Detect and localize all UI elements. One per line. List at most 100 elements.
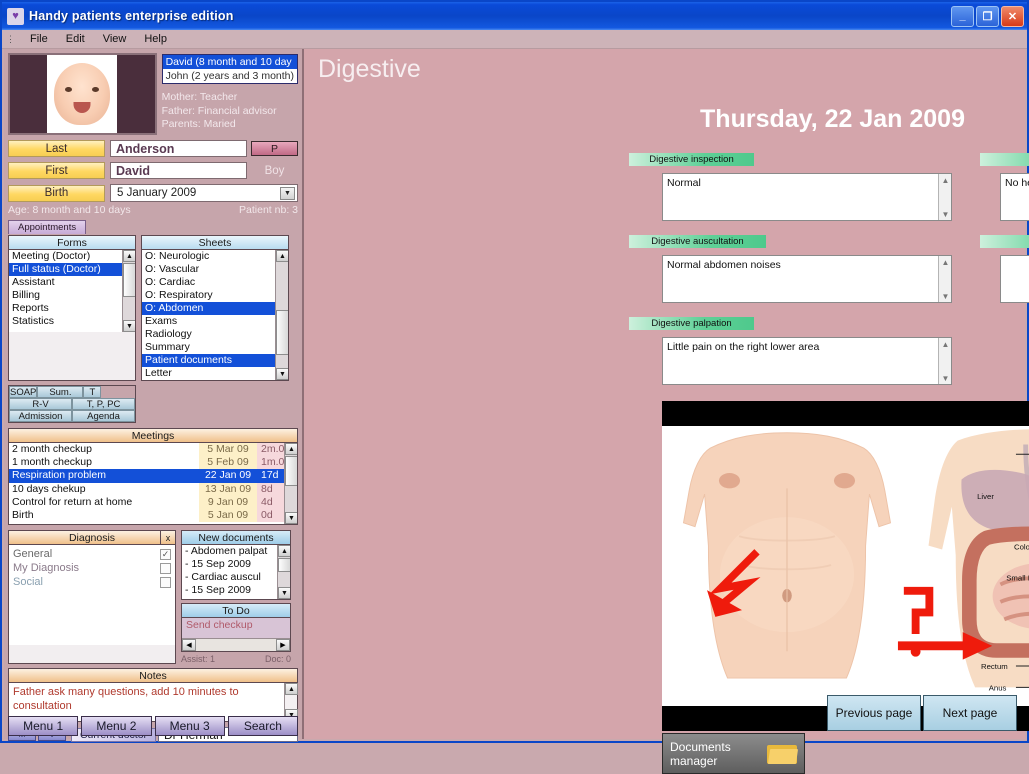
close-icon[interactable]: x (160, 531, 175, 544)
table-row[interactable]: Birth 5 Jan 09 0d (9, 509, 297, 522)
scroll-down-icon[interactable]: ▼ (123, 320, 135, 332)
menu-2-button[interactable]: Menu 2 (81, 716, 151, 736)
field-scrollbar[interactable]: ▲ ▼ (938, 174, 951, 220)
quick-button-agenda[interactable]: Agenda (72, 410, 135, 422)
scroll-up-icon[interactable]: ▲ (285, 443, 297, 455)
scroll-down-icon[interactable]: ▼ (939, 208, 952, 220)
chevron-down-icon[interactable]: ▼ (280, 187, 295, 200)
scroll-up-icon[interactable]: ▲ (939, 338, 952, 350)
todo-item[interactable]: Send checkup (182, 618, 290, 632)
sheets-item-letter[interactable]: Letter (142, 367, 288, 380)
first-name-input[interactable]: David (110, 162, 247, 179)
scroll-left-icon[interactable]: ◀ (182, 639, 196, 651)
scroll-down-icon[interactable]: ▼ (276, 368, 288, 380)
forms-item-billing[interactable]: Billing (9, 289, 135, 302)
last-name-input[interactable]: Anderson (110, 140, 247, 157)
sheets-item-patient-documents[interactable]: Patient documents (142, 354, 288, 367)
diagnosis-item-general[interactable]: General ✓ (9, 547, 175, 561)
scroll-thumb[interactable] (285, 456, 297, 486)
scroll-up-icon[interactable]: ▲ (939, 256, 952, 268)
list-item[interactable]: - Cardiac auscul (182, 571, 290, 584)
digestive-inspection-field[interactable]: Normal ▲ ▼ (662, 173, 952, 221)
scroll-thumb[interactable] (276, 310, 288, 355)
scroll-right-icon[interactable]: ▶ (276, 639, 290, 651)
scroll-up-icon[interactable]: ▲ (939, 174, 952, 186)
forms-scrollbar[interactable]: ▲ ▼ (122, 250, 135, 332)
close-button[interactable]: ✕ (1001, 6, 1024, 27)
table-row[interactable]: 2 month checkup 5 Mar 09 2m.0d (9, 443, 297, 456)
search-button[interactable]: Search (228, 716, 298, 736)
sheets-item-cardiac[interactable]: O: Cardiac (142, 276, 288, 289)
quick-button-tppc[interactable]: T, P, PC (72, 398, 135, 410)
birth-date-input[interactable]: 5 January 2009 ▼ (110, 184, 298, 202)
field-scrollbar[interactable]: ▲ ▼ (938, 338, 951, 384)
forms-item-statistics[interactable]: Statistics (9, 315, 135, 328)
sheets-item-exams[interactable]: Exams (142, 315, 288, 328)
scroll-thumb[interactable] (123, 263, 135, 297)
forms-item-meeting[interactable]: Meeting (Doctor) (9, 250, 135, 263)
list-item[interactable]: - Abdomen palpat (182, 545, 290, 558)
table-row[interactable]: 1 month checkup 5 Feb 09 1m.0d (9, 456, 297, 469)
sheets-item-abdomen[interactable]: O: Abdomen (142, 302, 288, 315)
diagnosis-item-social[interactable]: Social (9, 575, 175, 589)
scroll-up-icon[interactable]: ▲ (285, 683, 298, 695)
patient-photo[interactable] (8, 53, 157, 135)
rectal-field[interactable]: ▲ ▼ (1000, 255, 1029, 303)
forms-item-assistant[interactable]: Assistant (9, 276, 135, 289)
sheets-item-respiratory[interactable]: O: Respiratory (142, 289, 288, 302)
quick-button-rv[interactable]: R-V (9, 398, 72, 410)
diagnosis-list[interactable]: General ✓ My Diagnosis Social (9, 545, 175, 645)
minimize-button[interactable]: _ (951, 6, 974, 27)
sheets-item-radiology[interactable]: Radiology (142, 328, 288, 341)
diagnosis-item-my-diagnosis[interactable]: My Diagnosis (9, 561, 175, 575)
field-scrollbar[interactable]: ▲ ▼ (938, 256, 951, 302)
sibling-item-john[interactable]: John (2 years and 3 month) (163, 69, 297, 83)
scroll-down-icon[interactable]: ▼ (285, 512, 297, 524)
checkbox-icon[interactable] (160, 563, 171, 574)
previous-page-button[interactable]: Previous page (827, 695, 921, 731)
table-row[interactable]: Control for return at home 9 Jan 09 4d (9, 496, 297, 509)
documents-manager-button[interactable]: Documents manager (662, 733, 805, 774)
list-item[interactable]: - 15 Sep 2009 (182, 584, 290, 597)
scroll-up-icon[interactable]: ▲ (123, 250, 135, 262)
meetings-scrollbar[interactable]: ▲ ▼ (284, 443, 297, 524)
table-row[interactable]: 10 days chekup 13 Jan 09 8d (9, 483, 297, 496)
menu-3-button[interactable]: Menu 3 (155, 716, 225, 736)
menu-item-file[interactable]: File (21, 32, 57, 46)
sibling-list[interactable]: David (8 month and 10 day John (2 years … (162, 54, 298, 84)
maximize-button[interactable]: ❐ (976, 6, 999, 27)
drawing-canvas[interactable]: Esophagus Liver Stomach Colon gall bladd… (662, 401, 1029, 731)
checkbox-checked-icon[interactable]: ✓ (160, 549, 171, 560)
sheets-list[interactable]: O: Neurologic O: Vascular O: Cardiac O: … (142, 250, 288, 380)
liver-field[interactable]: No hepatomegaly. ▲ ▼ (1000, 173, 1029, 221)
menu-item-view[interactable]: View (94, 32, 136, 46)
sheets-item-summary[interactable]: Summary (142, 341, 288, 354)
digestive-palpation-field[interactable]: Little pain on the right lower area ▲ ▼ (662, 337, 952, 385)
checkbox-icon[interactable] (160, 577, 171, 588)
menu-item-edit[interactable]: Edit (57, 32, 94, 46)
meetings-list[interactable]: 2 month checkup 5 Mar 09 2m.0d 1 month c… (9, 443, 297, 524)
digestive-auscultation-field[interactable]: Normal abdomen noises ▲ ▼ (662, 255, 952, 303)
sheets-scrollbar[interactable]: ▲ ▼ (275, 250, 288, 380)
p-button[interactable]: P (251, 141, 298, 156)
menu-1-button[interactable]: Menu 1 (8, 716, 78, 736)
sibling-item-david[interactable]: David (8 month and 10 day (163, 55, 297, 69)
new-documents-scrollbar[interactable]: ▲ ▼ (277, 545, 290, 599)
scroll-up-icon[interactable]: ▲ (278, 545, 290, 557)
table-row[interactable]: Respiration problem 22 Jan 09 17d (9, 469, 297, 482)
menu-item-help[interactable]: Help (135, 32, 176, 46)
sheets-item-neurologic[interactable]: O: Neurologic (142, 250, 288, 263)
forms-item-full-status[interactable]: Full status (Doctor) (9, 263, 135, 276)
todo-list[interactable]: Send checkup ◀ ▶ (182, 618, 290, 651)
scroll-down-icon[interactable]: ▼ (278, 587, 290, 599)
quick-button-admission[interactable]: Admission (9, 410, 72, 422)
scroll-down-icon[interactable]: ▼ (939, 290, 952, 302)
quick-button-t[interactable]: T (83, 386, 101, 398)
menu-grip-icon[interactable]: ⋮ (6, 34, 15, 45)
scroll-thumb[interactable] (278, 558, 290, 572)
quick-button-soap[interactable]: SOAP (9, 386, 37, 398)
scroll-up-icon[interactable]: ▲ (276, 250, 288, 262)
next-page-button[interactable]: Next page (923, 695, 1017, 731)
list-item[interactable]: - 15 Sep 2009 (182, 558, 290, 571)
todo-hscrollbar[interactable]: ◀ ▶ (182, 638, 290, 651)
